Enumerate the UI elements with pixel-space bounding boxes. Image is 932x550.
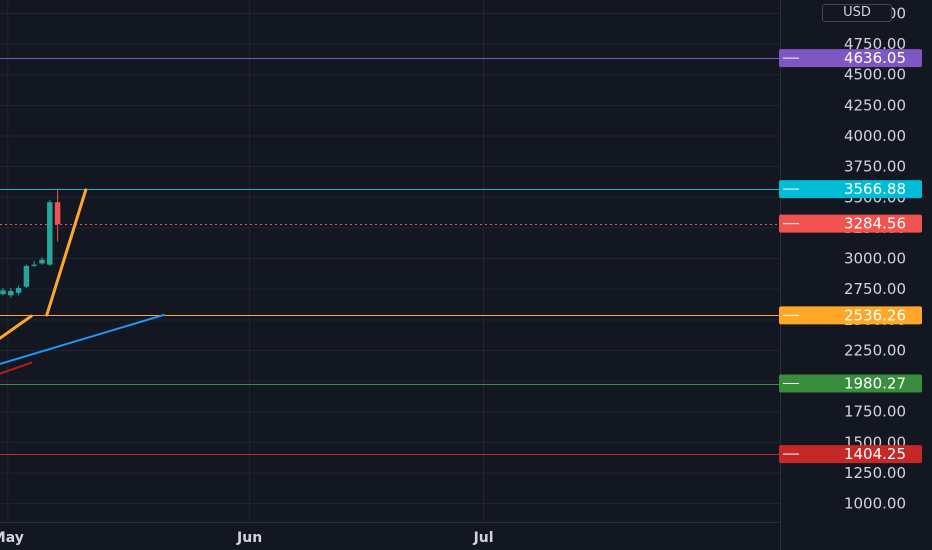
price-tick-label: 4000.00 xyxy=(844,127,906,145)
date-tick-label: May xyxy=(0,530,24,546)
candle-body xyxy=(0,290,6,295)
trend-line xyxy=(45,188,88,317)
price-tag: 3284.56 xyxy=(779,214,922,233)
price-tag-label: 2536.26 xyxy=(844,306,906,324)
currency-selector[interactable]: USD xyxy=(822,4,892,22)
price-tick-label: 4500.00 xyxy=(844,66,906,84)
time-axis[interactable]: May Jun Jul xyxy=(0,530,494,546)
candle-body xyxy=(23,265,30,287)
price-tick-label: 1000.00 xyxy=(844,495,906,513)
price-chart[interactable]: 1000.001250.001500.001750.002000.002250.… xyxy=(0,0,932,550)
candle-body xyxy=(8,291,14,296)
candle xyxy=(31,261,37,268)
price-tick-label: 2250.00 xyxy=(844,341,906,359)
price-tag-label: 1980.27 xyxy=(844,375,906,393)
price-tick-label: 3000.00 xyxy=(844,250,906,268)
date-tick-label: Jul xyxy=(473,530,494,546)
price-tag: 1980.27 xyxy=(779,374,922,393)
horizontal-levels xyxy=(0,58,780,455)
candle-body xyxy=(39,259,45,264)
price-tag: 3566.88 xyxy=(779,180,922,199)
candle-body xyxy=(47,202,53,265)
candle-body xyxy=(54,202,61,225)
price-tick-label: 2750.00 xyxy=(844,280,906,298)
candlesticks xyxy=(0,189,61,298)
price-tick-label: 3750.00 xyxy=(844,158,906,176)
candle-body xyxy=(31,264,37,266)
price-tag-label: 1404.25 xyxy=(844,445,906,463)
grid xyxy=(0,0,781,550)
price-tag: 1404.25 xyxy=(779,445,922,464)
date-tick-label: Jun xyxy=(236,530,262,546)
price-tag-label: 4636.05 xyxy=(844,49,906,67)
trend-line xyxy=(0,361,33,375)
candle xyxy=(47,199,53,266)
price-tag-label: 3566.88 xyxy=(844,180,906,198)
candle xyxy=(15,285,22,296)
price-tick-label: 1750.00 xyxy=(844,403,906,421)
price-tag-label: 3284.56 xyxy=(844,215,906,233)
price-axis[interactable]: 1000.001250.001500.001750.002000.002250.… xyxy=(844,4,906,512)
candle-body xyxy=(15,287,22,293)
price-tag: 4636.05 xyxy=(779,49,922,68)
price-tick-label: 4250.00 xyxy=(844,96,906,114)
price-tag: 2536.26 xyxy=(779,306,922,325)
candle xyxy=(23,264,30,288)
price-tick-label: 1250.00 xyxy=(844,464,906,482)
